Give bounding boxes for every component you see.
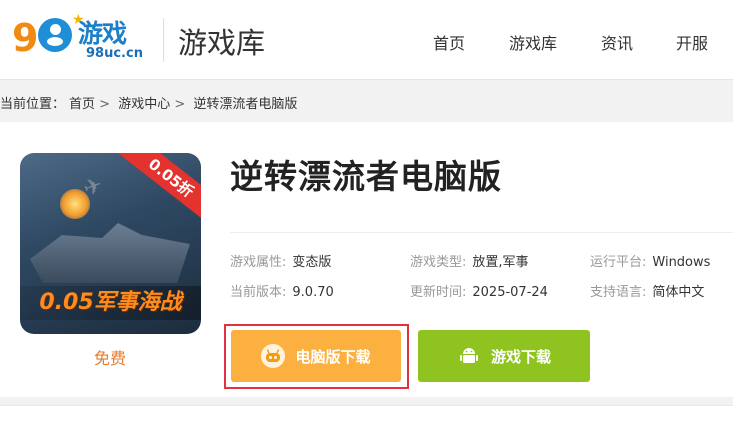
meta-platform: 运行平台: Windows <box>590 251 710 270</box>
game-title: 逆转漂流者电脑版 <box>230 157 502 196</box>
site-header: 9 ★ 游戏 98uc.cn 游戏库 首页 游戏库 资讯 开服 <box>0 0 733 80</box>
nav-home[interactable]: 首页 <box>433 30 465 54</box>
pc-download-label: 电脑版下载 <box>295 347 371 366</box>
meta-label: 更新时间: <box>410 285 467 300</box>
price-label: 免费 <box>94 349 127 368</box>
breadcrumb-current[interactable]: 逆转漂流者电脑版 <box>193 97 297 112</box>
icon-banner-text: 0.05军事海战 <box>20 286 201 320</box>
breadcrumb-home[interactable]: 首页 <box>69 97 95 112</box>
breadcrumb-separator: > <box>174 97 186 112</box>
meta-value: Windows <box>652 255 711 270</box>
section-title: 游戏库 <box>178 26 266 60</box>
pc-download-button[interactable]: 电脑版下载 <box>231 330 401 382</box>
site-logo[interactable]: 9 ★ 游戏 98uc.cn <box>12 10 152 68</box>
meta-value: 简体中文 <box>652 285 705 300</box>
meta-label: 游戏类型: <box>410 255 467 270</box>
warship-icon <box>30 223 190 283</box>
nav-news[interactable]: 资讯 <box>601 30 633 54</box>
meta-divider <box>230 232 733 233</box>
game-download-button[interactable]: 游戏下载 <box>418 330 590 382</box>
nav-servers[interactable]: 开服 <box>676 30 708 54</box>
logo-eight-icon <box>38 18 72 52</box>
discount-badge: 0.05折 <box>115 153 201 226</box>
meta-value: 9.0.70 <box>292 285 334 300</box>
meta-value: 变态版 <box>292 255 332 270</box>
meta-value: 放置,军事 <box>472 255 529 270</box>
meta-label: 当前版本: <box>230 285 287 300</box>
logo-domain: 98uc.cn <box>86 46 143 61</box>
meta-type: 游戏类型: 放置,军事 <box>410 251 529 270</box>
header-divider <box>163 18 164 62</box>
nav-game-library[interactable]: 游戏库 <box>509 30 557 54</box>
meta-label: 支持语言: <box>590 285 647 300</box>
breadcrumb: 当前位置： 首页 > 游戏中心 > 逆转漂流者电脑版 <box>0 93 297 112</box>
logo-text: 游戏 <box>78 19 127 48</box>
meta-attribute: 游戏属性: 变态版 <box>230 251 331 270</box>
meta-label: 游戏属性: <box>230 255 287 270</box>
meta-update-time: 更新时间: 2025-07-24 <box>410 281 548 300</box>
game-icon[interactable]: ✈ 0.05折 0.05军事海战 <box>20 153 201 334</box>
breadcrumb-game-center[interactable]: 游戏中心 <box>118 97 170 112</box>
next-section-strip <box>0 405 733 441</box>
game-download-label: 游戏下载 <box>490 347 551 366</box>
meta-version: 当前版本: 9.0.70 <box>230 281 334 300</box>
android-icon <box>457 344 481 368</box>
meta-language: 支持语言: 简体中文 <box>590 281 704 300</box>
meta-label: 运行平台: <box>590 255 647 270</box>
gamepad-robot-icon <box>261 344 286 368</box>
breadcrumb-separator: > <box>99 97 111 112</box>
logo-nine: 9 <box>12 16 39 60</box>
meta-value: 2025-07-24 <box>472 285 548 300</box>
breadcrumb-label: 当前位置： <box>0 97 66 112</box>
